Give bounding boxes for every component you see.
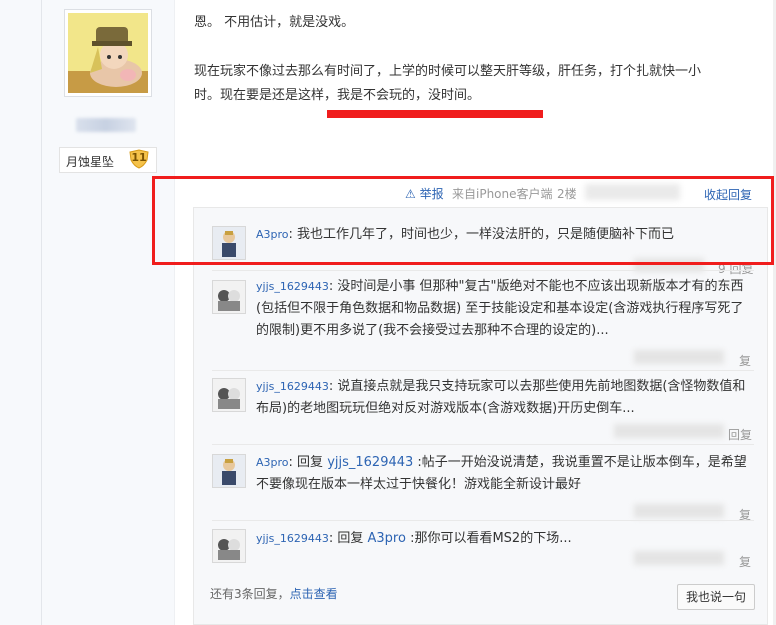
reply-divider xyxy=(212,520,754,521)
reply-avatar[interactable] xyxy=(212,378,246,412)
reply-to-username[interactable]: yjjs_1629443 xyxy=(327,455,413,470)
reply-username[interactable]: yjjs_1629443 xyxy=(256,280,329,293)
reply-separator: : xyxy=(288,455,298,470)
badge-name: 月蚀星坠 xyxy=(66,155,115,169)
reply-button[interactable]: 我也说一句 xyxy=(677,584,755,610)
reply-time-blurred xyxy=(634,551,724,565)
reply-time-blurred xyxy=(614,424,724,438)
post-line-1: 恩。 不用估计，就是没戏。 xyxy=(194,15,355,30)
reply-avatar[interactable] xyxy=(212,280,246,314)
post-line-2a: 现在玩家不像过去那么有时间了，上学的时候可以整天肝等级，肝任务，打个扎就快一小 xyxy=(194,64,702,79)
reply-text: yjjs_1629443: 没时间是小事 但那种"复古"版绝对不能也不应该出现新… xyxy=(256,276,756,342)
reply-divider xyxy=(212,270,754,271)
avatar-image xyxy=(68,13,148,93)
reply-divider xyxy=(212,370,754,371)
more-replies-count: 还有3条回复， xyxy=(210,587,290,601)
reply-action[interactable]: 回复 xyxy=(728,426,752,443)
level-badge-icon: 11 xyxy=(128,149,150,169)
author-avatar[interactable] xyxy=(64,9,152,97)
red-underline-annotation xyxy=(327,110,543,118)
post-paragraph: 现在玩家不像过去那么有时间了，上学的时候可以整天肝等级，肝任务，打个扎就快一小 … xyxy=(194,60,754,108)
reply-avatar[interactable] xyxy=(212,454,246,488)
sidebar-divider xyxy=(41,0,42,625)
reply-word: 回复 xyxy=(297,455,328,470)
reply-username[interactable]: yjjs_1629443 xyxy=(256,380,329,393)
badge-level-number: 11 xyxy=(131,151,147,164)
reply-username[interactable]: A3pro xyxy=(256,456,289,469)
reply-text: A3pro: 回复 yjjs_1629443 :帖子一开始没说清楚，我说重置不是… xyxy=(256,452,756,496)
reply-divider xyxy=(212,444,754,445)
reply-time-blurred xyxy=(634,504,724,518)
author-username-blurred[interactable] xyxy=(76,118,136,132)
reply-word: 回复 xyxy=(337,531,368,546)
reply-thread: A3pro: 我也工作几年了，时间也少，一样没法肝的，只是随便脑补下而已 9 回… xyxy=(193,207,768,625)
reply-text: yjjs_1629443: 说直接点就是我只支持玩家可以去那些使用先前地图数据(… xyxy=(256,376,756,420)
post-line-2b: 时。现在要是还是这样，我是不会玩的，没时间。 xyxy=(194,88,481,103)
reply-action[interactable]: 复 xyxy=(739,553,751,570)
red-box-annotation xyxy=(152,176,774,265)
member-badge[interactable]: 月蚀星坠 11 xyxy=(59,147,157,173)
reply-content: :那你可以看看MS2的下场... xyxy=(405,531,572,546)
reply-time-blurred xyxy=(634,350,724,364)
reply-avatar[interactable] xyxy=(212,529,246,563)
reply-to-username[interactable]: A3pro xyxy=(368,531,406,546)
content-divider xyxy=(174,0,175,625)
reply-action[interactable]: 复 xyxy=(739,352,751,369)
more-replies-link[interactable]: 点击查看 xyxy=(290,587,338,601)
more-replies: 还有3条回复，点击查看 xyxy=(210,585,338,602)
reply-text: yjjs_1629443: 回复 A3pro :那你可以看看MS2的下场... xyxy=(256,528,756,550)
reply-username[interactable]: yjjs_1629443 xyxy=(256,532,329,545)
